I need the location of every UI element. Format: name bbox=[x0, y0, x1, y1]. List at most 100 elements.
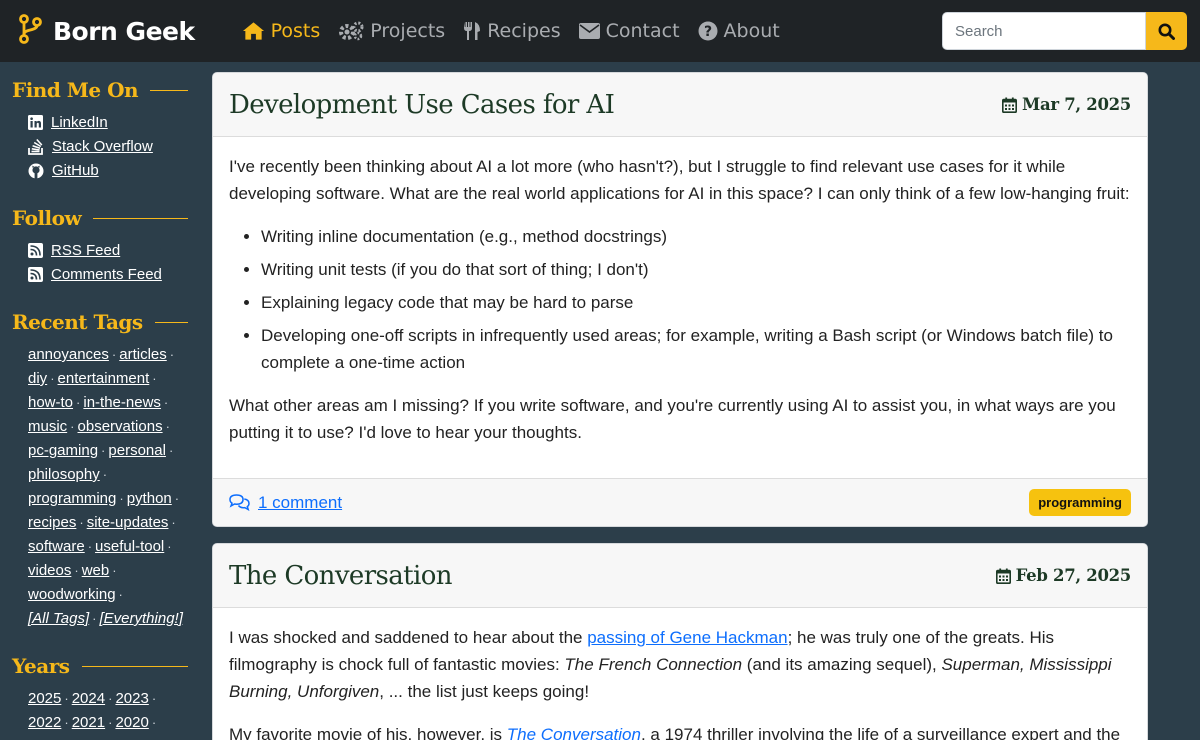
main-nav: Posts Projects Recipes Contact ? About bbox=[242, 20, 798, 42]
year-row: 2025 · 2024 · 2023 · bbox=[28, 690, 157, 707]
search-button[interactable] bbox=[1146, 12, 1187, 50]
comments-link[interactable]: 1 comment bbox=[229, 493, 342, 513]
tag-link[interactable]: useful-tool bbox=[95, 538, 164, 555]
all-tags-link[interactable]: [All Tags] bbox=[28, 610, 89, 627]
linkedin-link[interactable]: LinkedIn bbox=[28, 114, 108, 131]
year-link[interactable]: 2023 bbox=[115, 690, 148, 707]
years-heading-text: Years bbox=[12, 654, 70, 678]
list-item: Developing one-off scripts in infrequent… bbox=[261, 322, 1131, 376]
tag-link[interactable]: how-to bbox=[28, 394, 73, 411]
tag-row: music · observations · bbox=[28, 418, 170, 435]
post-header: Development Use Cases for AI Mar 7, 2025 bbox=[213, 73, 1147, 137]
search-input[interactable] bbox=[942, 12, 1146, 50]
post-paragraph: What other areas am I missing? If you wr… bbox=[229, 396, 1116, 442]
post-card: The Conversation Feb 27, 2025 I was shoc… bbox=[212, 543, 1148, 740]
year-link[interactable]: 2020 bbox=[115, 714, 148, 731]
film-title: The French Connection bbox=[564, 655, 743, 674]
tag-row: programming · python · bbox=[28, 490, 180, 507]
post-card: Development Use Cases for AI Mar 7, 2025… bbox=[212, 72, 1148, 527]
nav-projects[interactable]: Projects bbox=[338, 20, 445, 42]
tag-link[interactable]: observations bbox=[78, 418, 163, 435]
tag-row: annoyances · articles · bbox=[28, 346, 175, 363]
everything-link[interactable]: [Everything!] bbox=[100, 610, 183, 627]
year-link[interactable]: 2024 bbox=[72, 690, 105, 707]
years-heading: Years bbox=[12, 654, 188, 678]
tag-link[interactable]: videos bbox=[28, 562, 71, 579]
nav-about-label: About bbox=[723, 20, 780, 42]
comments-feed-link[interactable]: Comments Feed bbox=[28, 266, 162, 283]
follow-heading: Follow bbox=[12, 206, 188, 230]
find-me-heading-text: Find Me On bbox=[12, 78, 139, 102]
post-header: The Conversation Feb 27, 2025 bbox=[213, 544, 1147, 608]
text-run: , a 1974 thriller involving the life of … bbox=[640, 725, 1121, 740]
stack-overflow-icon bbox=[28, 138, 43, 155]
hackman-link[interactable]: passing of Gene Hackman bbox=[587, 628, 787, 647]
github-link[interactable]: GitHub bbox=[28, 162, 99, 179]
svg-text:?: ? bbox=[703, 24, 711, 40]
tag-link[interactable]: philosophy bbox=[28, 466, 100, 483]
question-circle-icon: ? bbox=[698, 21, 718, 41]
fork-logo-icon bbox=[17, 13, 43, 49]
follow-heading-text: Follow bbox=[12, 206, 82, 230]
post-date-text: Feb 27, 2025 bbox=[1015, 566, 1132, 585]
conversation-link[interactable]: The Conversation bbox=[507, 725, 641, 740]
calendar-icon bbox=[995, 568, 1011, 584]
linkedin-icon bbox=[28, 115, 43, 130]
linkedin-label: LinkedIn bbox=[51, 114, 108, 131]
nav-posts[interactable]: Posts bbox=[242, 20, 321, 42]
tag-row: recipes · site-updates · bbox=[28, 514, 176, 531]
nav-projects-label: Projects bbox=[370, 20, 446, 42]
search-form bbox=[942, 12, 1187, 50]
year-link[interactable]: 2021 bbox=[72, 714, 105, 731]
tag-link[interactable]: programming bbox=[28, 490, 116, 507]
tag-link[interactable]: woodworking bbox=[28, 586, 116, 603]
tag-badge[interactable]: programming bbox=[1029, 489, 1131, 516]
tag-link[interactable]: web bbox=[82, 562, 110, 579]
nav-contact-label: Contact bbox=[605, 20, 680, 42]
tag-link[interactable]: articles bbox=[119, 346, 167, 363]
tag-row: [All Tags] · [Everything!] bbox=[28, 610, 183, 627]
comments-feed-label: Comments Feed bbox=[51, 266, 162, 283]
text-run: My favorite movie of his, however, is bbox=[229, 725, 507, 740]
post-date: Mar 7, 2025 bbox=[1002, 95, 1131, 114]
post-title[interactable]: Development Use Cases for AI bbox=[229, 90, 615, 120]
rss-feed-label: RSS Feed bbox=[51, 242, 121, 259]
list-item: Writing inline documentation (e.g., meth… bbox=[261, 223, 1131, 250]
tag-link[interactable]: python bbox=[127, 490, 172, 507]
stack-overflow-link[interactable]: Stack Overflow bbox=[28, 138, 153, 155]
tag-link[interactable]: music bbox=[28, 418, 67, 435]
nav-about[interactable]: ? About bbox=[698, 20, 780, 42]
github-icon bbox=[28, 163, 44, 178]
tag-link[interactable]: entertainment bbox=[58, 370, 150, 387]
tag-link[interactable]: recipes bbox=[28, 514, 76, 531]
brand-link[interactable]: Born Geek bbox=[17, 0, 195, 62]
nav-recipes[interactable]: Recipes bbox=[463, 20, 561, 42]
tag-link[interactable]: site-updates bbox=[87, 514, 169, 531]
tag-row: how-to · in-the-news · bbox=[28, 394, 169, 411]
year-link[interactable]: 2022 bbox=[28, 714, 61, 731]
post-body: I've recently been thinking about AI a l… bbox=[213, 137, 1147, 446]
comments-count: 1 comment bbox=[258, 492, 343, 512]
tag-link[interactable]: in-the-news bbox=[83, 394, 161, 411]
tag-link[interactable]: pc-gaming bbox=[28, 442, 98, 459]
sidebar: Find Me On LinkedIn Stack Overflow GitHu… bbox=[0, 62, 200, 740]
tag-link[interactable]: annoyances bbox=[28, 346, 109, 363]
year-link[interactable]: 2025 bbox=[28, 690, 61, 707]
tag-link[interactable]: software bbox=[28, 538, 85, 555]
find-me-heading: Find Me On bbox=[12, 78, 188, 102]
tag-link[interactable]: diy bbox=[28, 370, 47, 387]
post-paragraph: I've recently been thinking about AI a l… bbox=[229, 157, 1130, 203]
post-paragraph: I was shocked and saddened to hear about… bbox=[229, 624, 1131, 705]
list-item: Writing unit tests (if you do that sort … bbox=[261, 256, 1131, 283]
text-run: I was shocked and saddened to hear about… bbox=[229, 628, 588, 647]
tag-row: diy · entertainment · bbox=[28, 370, 157, 387]
gears-icon bbox=[339, 21, 364, 41]
nav-posts-label: Posts bbox=[270, 20, 321, 42]
post-title[interactable]: The Conversation bbox=[229, 561, 453, 591]
envelope-icon bbox=[578, 23, 600, 39]
tag-link[interactable]: personal bbox=[108, 442, 166, 459]
tag-row: pc-gaming · personal · bbox=[28, 442, 174, 459]
nav-contact[interactable]: Contact bbox=[578, 20, 680, 42]
post-paragraph: My favorite movie of his, however, is Th… bbox=[229, 721, 1131, 740]
rss-feed-link[interactable]: RSS Feed bbox=[28, 242, 120, 259]
